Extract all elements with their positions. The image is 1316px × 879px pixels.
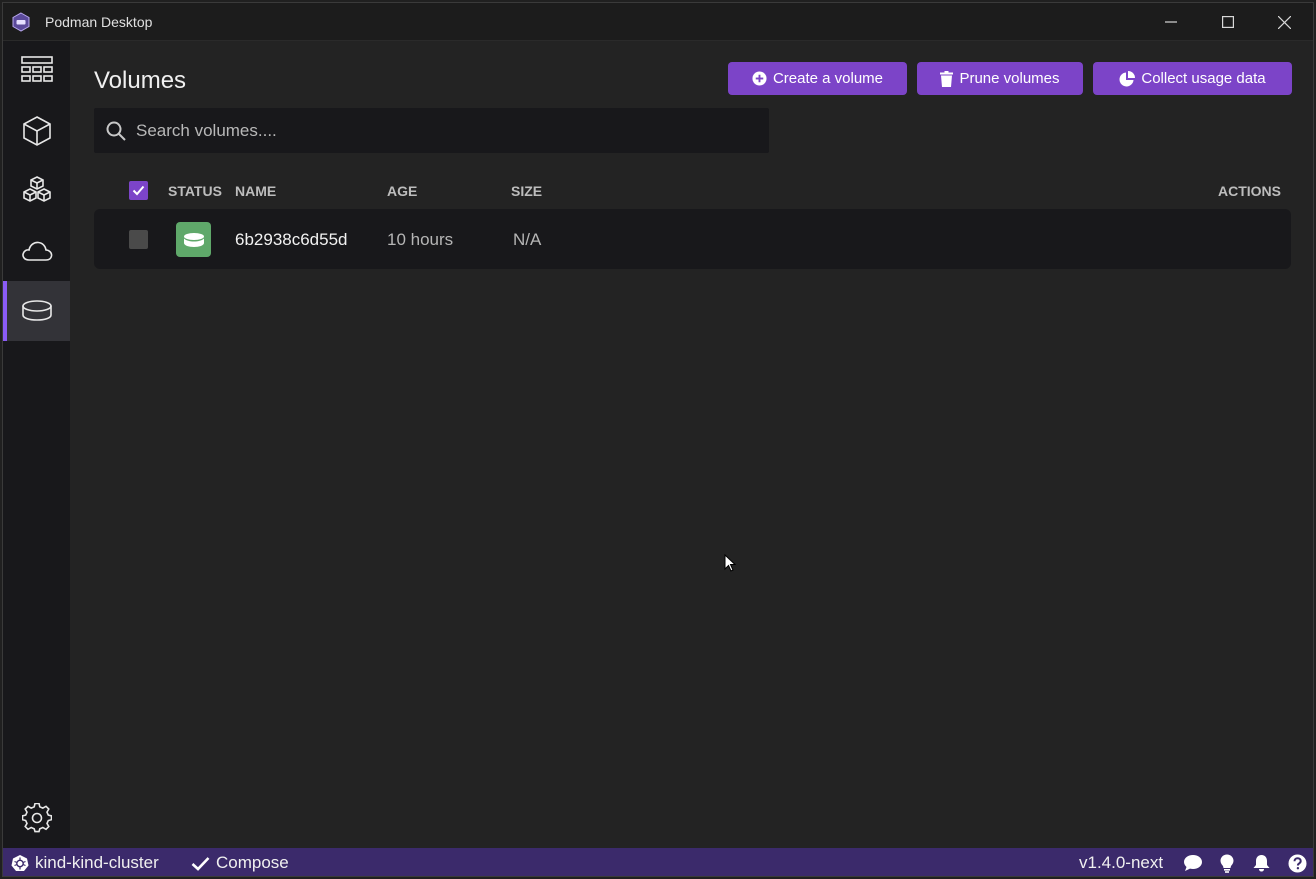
minimize-button[interactable]: [1142, 3, 1199, 41]
table-header: STATUS NAME AGE SIZE ACTIONS: [94, 179, 1291, 203]
lightbulb-icon[interactable]: [1220, 848, 1234, 876]
window-title: Podman Desktop: [45, 13, 153, 30]
bell-icon[interactable]: [1253, 848, 1270, 876]
volume-size: N/A: [513, 230, 542, 249]
prune-volumes-label: Prune volumes: [959, 70, 1060, 87]
volume-status-icon: [176, 222, 211, 257]
search-input[interactable]: [136, 120, 736, 141]
dashboard-icon: [20, 56, 53, 82]
column-header-actions: ACTIONS: [1218, 183, 1281, 199]
collect-usage-data-button[interactable]: Collect usage data: [1093, 62, 1292, 95]
pie-chart-icon: [1119, 70, 1136, 86]
check-icon: [191, 856, 210, 871]
cloud-icon: [21, 241, 52, 261]
mouse-cursor-icon: [724, 554, 736, 572]
minimize-icon: [1164, 21, 1177, 23]
column-header-size[interactable]: SIZE: [511, 183, 542, 199]
sidebar-item-containers[interactable]: [3, 101, 70, 161]
window-controls: [1142, 3, 1313, 41]
cluster-name: kind-kind-cluster: [35, 853, 159, 872]
prune-volumes-button[interactable]: Prune volumes: [917, 62, 1083, 95]
select-all-checkbox[interactable]: [129, 181, 148, 200]
checkmark-icon: [132, 185, 145, 196]
compose-label: Compose: [216, 853, 289, 872]
help-icon[interactable]: [1288, 848, 1307, 876]
sidebar: [3, 41, 70, 848]
cluster-context[interactable]: kind-kind-cluster: [11, 848, 159, 876]
row-checkbox[interactable]: [129, 230, 148, 249]
close-button[interactable]: [1256, 3, 1313, 41]
column-header-name[interactable]: NAME: [235, 183, 276, 199]
table-row[interactable]: 6b2938c6d55d 10 hours N/A: [94, 209, 1291, 269]
volume-name-link[interactable]: 6b2938c6d55d: [235, 230, 348, 250]
maximize-button[interactable]: [1199, 3, 1256, 41]
version-label[interactable]: v1.4.0-next: [1079, 848, 1163, 876]
maximize-icon: [1221, 16, 1234, 28]
sidebar-item-pods[interactable]: [3, 161, 70, 221]
column-header-status[interactable]: STATUS: [168, 183, 222, 199]
main-content: Volumes Create a volume Prune volumes Co…: [70, 41, 1313, 848]
status-bar: kind-kind-cluster Compose v1.4.0-next: [3, 848, 1313, 876]
sidebar-item-images[interactable]: [3, 221, 70, 281]
page-title: Volumes: [94, 67, 187, 94]
kubernetes-icon: [11, 854, 29, 872]
volume-age: 10 hours: [387, 230, 454, 249]
feedback-icon[interactable]: [1183, 848, 1203, 876]
compose-status[interactable]: Compose: [191, 848, 289, 876]
create-volume-button[interactable]: Create a volume: [728, 62, 907, 95]
sidebar-item-settings[interactable]: [3, 788, 70, 848]
pods-icon: [22, 176, 51, 202]
close-icon: [1278, 15, 1291, 29]
gear-icon: [21, 803, 52, 833]
plus-circle-icon: [752, 71, 767, 86]
volume-icon: [21, 300, 52, 321]
collect-usage-data-label: Collect usage data: [1141, 70, 1266, 87]
search-box: [94, 108, 769, 153]
trash-icon: [940, 70, 954, 87]
sidebar-item-dashboard[interactable]: [3, 41, 70, 101]
app-window: Podman Desktop Volumes Create a volume P…: [2, 2, 1314, 877]
search-icon: [106, 121, 126, 141]
create-volume-label: Create a volume: [772, 70, 884, 87]
podman-logo-icon: [11, 11, 31, 32]
title-bar: Podman Desktop: [3, 3, 1313, 41]
sidebar-item-volumes[interactable]: [3, 281, 70, 341]
container-icon: [22, 116, 51, 146]
column-header-age[interactable]: AGE: [387, 183, 417, 199]
